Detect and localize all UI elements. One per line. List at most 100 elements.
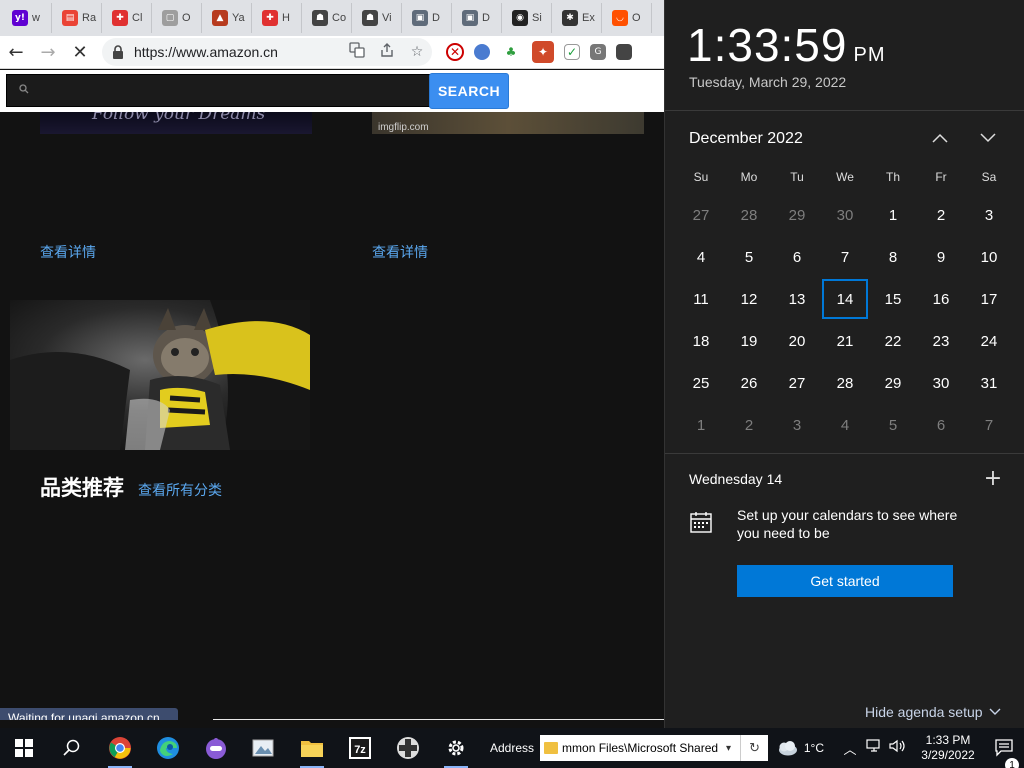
extension-dark-icon[interactable] [616,44,632,60]
browser-tab[interactable]: ▤ Ra [52,3,102,33]
previous-month-button[interactable] [925,126,955,150]
browser-tab[interactable]: ✱ Ex [552,3,602,33]
calendar-day[interactable]: 24 [966,321,1012,361]
calendar-day[interactable]: 2 [726,405,772,445]
calendar-day[interactable]: 14 [822,279,868,319]
extension-g-icon[interactable]: G [590,44,606,60]
view-details-link-2[interactable]: 查看详情 [372,242,428,262]
stop-loading-button[interactable]: ✕ [64,36,96,68]
calendar-day[interactable]: 5 [870,405,916,445]
address-refresh-button[interactable]: ↻ [740,735,769,761]
chevron-down-icon[interactable]: ▾ [726,743,740,754]
calendar-day[interactable]: 29 [870,363,916,403]
calendar-day[interactable]: 20 [774,321,820,361]
start-button[interactable] [0,728,48,768]
calendar-day[interactable]: 4 [678,237,724,277]
view-details-link-1[interactable]: 查看详情 [40,242,96,262]
calendar-day[interactable]: 6 [774,237,820,277]
address-toolbar-field[interactable]: mmon Files\Microsoft Shared ▾ [540,735,741,761]
calendar-day[interactable]: 11 [678,279,724,319]
hide-agenda-button[interactable]: Hide agenda setup [865,704,1001,720]
promo-image-dreams[interactable]: Follow your Dreams [40,112,312,134]
settings-taskbar-button[interactable] [432,728,480,768]
calendar-day[interactable]: 21 [822,321,868,361]
calendar-day[interactable]: 9 [918,237,964,277]
notification-center-button[interactable]: 1 [986,738,1024,768]
network-icon[interactable] [862,739,886,757]
calendar-day[interactable]: 7 [822,237,868,277]
calendar-day[interactable]: 1 [678,405,724,445]
next-month-button[interactable] [973,126,1003,150]
view-all-categories-link[interactable]: 查看所有分类 [138,480,222,500]
calendar-day[interactable]: 27 [774,363,820,403]
chrome-taskbar-button[interactable] [96,728,144,768]
extension-puzzle-badge-icon[interactable]: ✦ [532,41,554,63]
browser-tab[interactable]: ✚ H [252,3,302,33]
calendar-day[interactable]: 16 [918,279,964,319]
browser-tab[interactable]: ◉ Si [502,3,552,33]
browser-tab[interactable]: ▣ D [452,3,502,33]
weather-widget[interactable]: 1°C [776,740,824,756]
calendar-day[interactable]: 23 [918,321,964,361]
calendar-day[interactable]: 26 [726,363,772,403]
calendar-day[interactable]: 30 [822,195,868,235]
forward-button[interactable]: → [32,36,64,68]
browser-tab[interactable]: ▢ O [152,3,202,33]
calendar-day[interactable]: 3 [774,405,820,445]
search-taskbar-button[interactable] [48,728,96,768]
calendar-day[interactable]: 31 [966,363,1012,403]
calendar-day[interactable]: 5 [726,237,772,277]
search-input[interactable] [39,83,419,98]
translate-icon[interactable] [342,42,372,62]
calendar-day[interactable]: 19 [726,321,772,361]
extension-stop-icon[interactable]: ✕ [446,43,464,61]
app-photo-taskbar-button[interactable] [240,728,288,768]
app-purple-taskbar-button[interactable] [192,728,240,768]
browser-tab[interactable]: ▣ D [402,3,452,33]
calendar-day[interactable]: 30 [918,363,964,403]
calendar-day[interactable]: 13 [774,279,820,319]
calendar-month-label[interactable]: December 2022 [689,130,803,148]
calendar-day[interactable]: 10 [966,237,1012,277]
browser-tab[interactable]: ✚ Cl [102,3,152,33]
share-icon[interactable] [372,42,402,62]
get-started-button[interactable]: Get started [737,565,953,597]
browser-tab[interactable]: ▲ Ya [202,3,252,33]
browser-tab[interactable]: y! w [2,3,52,33]
browser-tab[interactable]: ☗ Vi [352,3,402,33]
address-bar[interactable]: https://www.amazon.cn ☆ [102,38,432,66]
calendar-day[interactable]: 15 [870,279,916,319]
calendar-day[interactable]: 28 [822,363,868,403]
calendar-day[interactable]: 27 [678,195,724,235]
calendar-day[interactable]: 6 [918,405,964,445]
cat-photo[interactable] [10,300,310,450]
show-hidden-icons-chevron-icon[interactable]: ︿ [838,739,862,758]
extension-tree-icon[interactable]: ♣ [500,41,522,63]
calendar-day[interactable]: 1 [870,195,916,235]
calendar-day[interactable]: 29 [774,195,820,235]
taskbar-clock[interactable]: 1:33 PM 3/29/2022 [910,733,986,763]
calendar-day[interactable]: 4 [822,405,868,445]
extension-check-icon[interactable]: ✓ [564,44,580,60]
gamepad-taskbar-button[interactable] [384,728,432,768]
7zip-taskbar-button[interactable]: 7z [336,728,384,768]
extension-circle-icon[interactable] [474,44,490,60]
promo-image-imgflip[interactable]: imgflip.com [372,112,644,134]
browser-tab[interactable]: ◡ O [602,3,652,33]
calendar-day[interactable]: 22 [870,321,916,361]
calendar-day[interactable]: 8 [870,237,916,277]
edge-taskbar-button[interactable] [144,728,192,768]
bookmark-star-icon[interactable]: ☆ [402,44,432,60]
search-button[interactable]: SEARCH [429,73,509,109]
calendar-day[interactable]: 17 [966,279,1012,319]
calendar-day[interactable]: 3 [966,195,1012,235]
calendar-day[interactable]: 18 [678,321,724,361]
calendar-day[interactable]: 12 [726,279,772,319]
add-event-button[interactable]: + [981,466,1005,491]
calendar-day[interactable]: 7 [966,405,1012,445]
back-button[interactable]: ← [0,36,32,68]
calendar-day[interactable]: 2 [918,195,964,235]
file-explorer-taskbar-button[interactable] [288,728,336,768]
browser-tab[interactable]: ☗ Co [302,3,352,33]
search-box[interactable] [6,74,430,107]
